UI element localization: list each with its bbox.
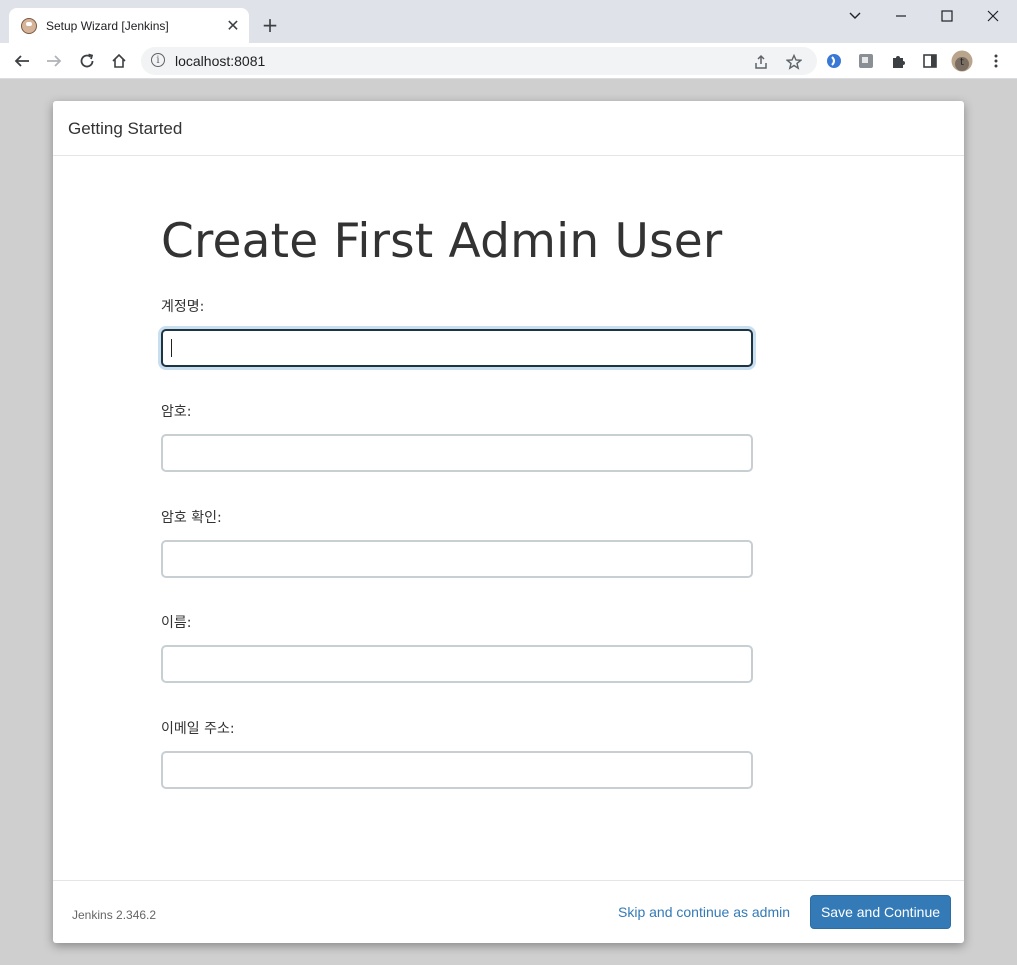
email-label: 이메일 주소: <box>161 721 235 737</box>
dialog-header: Getting Started <box>53 101 964 156</box>
minimize-icon[interactable] <box>889 6 913 26</box>
save-continue-button[interactable]: Save and Continue <box>810 895 951 929</box>
browser-menu-icon[interactable] <box>987 52 1005 70</box>
maximize-icon[interactable] <box>935 6 959 26</box>
password-label: 암호: <box>161 404 192 420</box>
home-icon[interactable] <box>108 50 130 72</box>
address-url[interactable]: localhost:8081 <box>175 53 265 69</box>
bookmark-star-icon[interactable] <box>785 53 803 71</box>
tab-search-icon[interactable] <box>843 6 867 26</box>
site-info-icon[interactable]: i <box>151 53 165 67</box>
browser-tab[interactable]: Setup Wizard [Jenkins] ✕ <box>9 8 249 43</box>
confirm-password-input[interactable] <box>161 540 753 578</box>
fullname-input[interactable] <box>161 645 753 683</box>
fullname-label: 이름: <box>161 615 192 631</box>
jenkins-favicon-icon <box>21 17 37 34</box>
share-icon[interactable] <box>752 53 770 71</box>
jenkins-version: Jenkins 2.346.2 <box>72 908 157 922</box>
dialog-footer: Jenkins 2.346.2 Skip and continue as adm… <box>53 880 964 943</box>
back-icon[interactable] <box>11 50 33 72</box>
dialog-title: Getting Started <box>68 119 183 138</box>
page-title: Create First Admin User <box>161 214 723 269</box>
username-label: 계정명: <box>161 299 205 315</box>
forward-icon[interactable] <box>43 50 65 72</box>
extensions-puzzle-icon[interactable] <box>889 52 907 70</box>
email-input[interactable] <box>161 751 753 789</box>
setup-wizard-dialog: Getting Started Create First Admin User … <box>53 101 964 943</box>
browser-titlebar: Setup Wizard [Jenkins] ✕ + <box>0 0 1017 43</box>
reload-icon[interactable] <box>76 50 98 72</box>
new-tab-icon[interactable]: + <box>259 13 281 37</box>
extension-blue-icon[interactable] <box>825 52 843 70</box>
address-bar[interactable]: i localhost:8081 <box>141 47 817 75</box>
extension-gray-icon[interactable] <box>857 52 875 70</box>
confirm-password-label: 암호 확인: <box>161 510 222 526</box>
tab-close-icon[interactable]: ✕ <box>223 16 243 36</box>
tab-title: Setup Wizard [Jenkins] <box>46 18 169 33</box>
text-caret <box>171 339 172 357</box>
close-window-icon[interactable] <box>981 6 1005 26</box>
side-panel-icon[interactable] <box>921 52 939 70</box>
username-input[interactable] <box>161 329 753 367</box>
password-input[interactable] <box>161 434 753 472</box>
svg-text:t: t <box>960 57 964 68</box>
profile-avatar-icon[interactable]: t <box>951 50 973 72</box>
skip-continue-link[interactable]: Skip and continue as admin <box>618 904 790 920</box>
